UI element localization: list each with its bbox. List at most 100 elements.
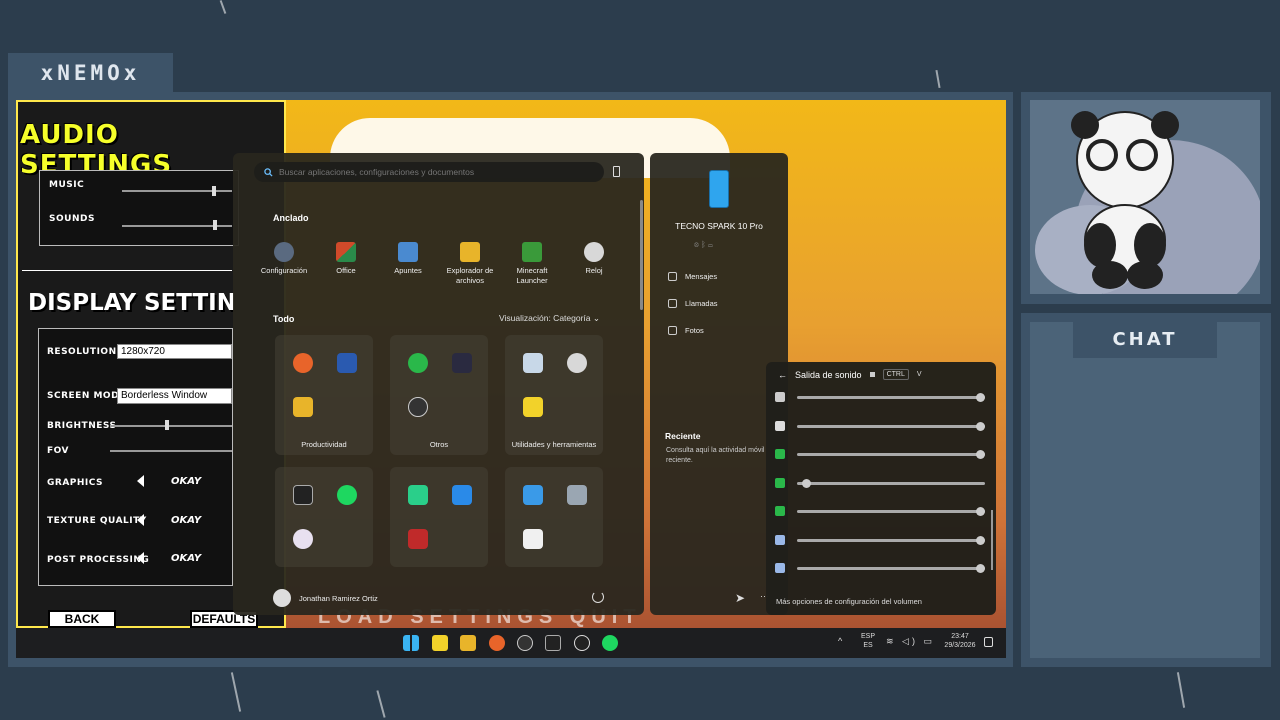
chevron-down-icon: ⌄ [592, 313, 601, 323]
language-indicator[interactable]: ESP ES [858, 632, 878, 650]
music-slider-knob[interactable] [212, 186, 216, 196]
volume-slider-row[interactable] [775, 390, 987, 404]
screen-mode-field[interactable]: Borderless Window [117, 388, 232, 404]
more-volume-options-link[interactable]: Más opciones de configuración del volume… [776, 597, 922, 606]
category-productividad[interactable]: Productividad [275, 335, 373, 455]
category-creatividad[interactable] [505, 467, 603, 567]
sounds-label: SOUNDS [49, 214, 95, 224]
graphics-prev-arrow[interactable] [137, 475, 144, 487]
user-account[interactable]: Jonathan Ramirez Ortiz [273, 589, 378, 607]
spotify-icon [775, 478, 785, 488]
spotify-icon [775, 506, 785, 516]
folder-icon [293, 397, 313, 417]
phone-item-fotos[interactable]: Fotos [668, 326, 704, 335]
texture-value: OKAY [171, 515, 202, 526]
pinned-app-office[interactable]: Office [316, 242, 376, 276]
pinned-app-apuntes[interactable]: Apuntes [378, 242, 438, 276]
send-icon[interactable]: ➤ [735, 591, 745, 605]
category-otros[interactable]: Otros [390, 335, 488, 455]
post-prev-arrow[interactable] [137, 552, 144, 564]
rain-streak [935, 69, 941, 89]
volume-slider-row[interactable] [775, 504, 987, 518]
category-juegos[interactable] [275, 467, 373, 567]
clock[interactable]: 23:47 29/3/2026 [938, 632, 982, 650]
phone-item-mensajes[interactable]: Mensajes [668, 272, 717, 281]
chevron-up-icon[interactable]: ^ [838, 636, 842, 646]
photo-icon [668, 326, 677, 335]
search-input[interactable] [279, 167, 599, 177]
volume-slider-knob[interactable] [976, 393, 985, 402]
mixer-scrollbar[interactable] [991, 510, 993, 570]
windows-start-icon[interactable] [403, 635, 419, 651]
volume-slider-knob[interactable] [976, 507, 985, 516]
volume-slider-track[interactable] [797, 567, 985, 570]
graphics-value: OKAY [171, 476, 202, 487]
minecraft-icon [522, 242, 542, 262]
pinned-app-minecraft[interactable]: Minecraft Launcher [502, 242, 562, 286]
volume-slider-knob[interactable] [976, 564, 985, 573]
view-selector[interactable]: Visualización: Categoría ⌄ [499, 313, 600, 324]
pinned-app-label: Explorador de archivos [446, 266, 494, 285]
notification-icon[interactable] [984, 637, 993, 647]
phone-item-llamadas[interactable]: Llamadas [668, 299, 718, 308]
unreal-icon [775, 421, 785, 431]
volume-slider-track[interactable] [797, 539, 985, 542]
volume-slider-row[interactable] [775, 533, 987, 547]
pinned-app-label: Configuración [260, 266, 308, 275]
texture-prev-arrow[interactable] [137, 514, 144, 526]
sticky-notes-icon[interactable] [432, 635, 448, 651]
volume-slider-track[interactable] [797, 510, 985, 513]
folder-icon[interactable] [460, 635, 476, 651]
sounds-slider-knob[interactable] [213, 220, 217, 230]
pinned-app-explorador[interactable]: Explorador de archivos [440, 242, 500, 286]
fov-slider-track[interactable] [110, 450, 232, 452]
start-scrollbar[interactable] [640, 200, 643, 310]
power-icon[interactable] [592, 591, 604, 603]
screen-mode-label: SCREEN MODE [47, 391, 126, 401]
volume-slider-knob[interactable] [802, 479, 812, 488]
terminal-icon[interactable] [545, 635, 561, 651]
obs-icon[interactable] [517, 635, 533, 651]
wifi-volume-battery-icons[interactable]: ≋ ◁) ▭ [886, 636, 935, 647]
resolution-label: RESOLUTION [47, 347, 117, 357]
unreal-icon[interactable] [574, 635, 590, 651]
volume-slider-knob[interactable] [976, 536, 985, 545]
message-icon [668, 272, 677, 281]
start-search-bar[interactable] [254, 162, 604, 182]
brightness-slider-track[interactable] [110, 425, 232, 427]
post-value: OKAY [171, 553, 202, 564]
volume-slider-track[interactable] [797, 396, 985, 399]
pinned-app-label: Minecraft Launcher [516, 266, 548, 285]
device-icon [869, 372, 875, 377]
spotify-icon[interactable] [602, 635, 618, 651]
firefox-icon [293, 353, 313, 373]
mixer-header: ← Salida de sonido CTRL V [778, 369, 922, 380]
volume-slider-row[interactable] [775, 447, 987, 461]
volume-slider-row[interactable] [775, 561, 987, 575]
sublime-icon [452, 353, 472, 373]
back-arrow-icon[interactable]: ← [778, 370, 787, 380]
pinned-app-configuracion[interactable]: Configuración [254, 242, 314, 276]
volume-slider-track[interactable] [797, 482, 985, 485]
volume-slider-row[interactable] [775, 419, 987, 433]
phone-icon [709, 170, 729, 208]
brightness-slider-knob[interactable] [165, 420, 169, 430]
back-button[interactable]: BACK [48, 610, 116, 628]
volume-slider-track[interactable] [797, 453, 985, 456]
pinned-app-reloj[interactable]: Reloj [564, 242, 624, 276]
brightness-label: BRIGHTNESS [47, 421, 117, 431]
chat-title: CHAT [1112, 328, 1178, 350]
resolution-field[interactable]: 1280x720 [117, 344, 232, 359]
category-label: Otros [429, 440, 449, 449]
category-desarrollo[interactable] [390, 467, 488, 567]
firefox-icon[interactable] [489, 635, 505, 651]
volume-slider-row[interactable] [775, 476, 987, 490]
music-label: MUSIC [49, 180, 85, 190]
checkmark-icon [775, 535, 785, 545]
phone-link-icon[interactable] [613, 166, 620, 177]
category-utilidades[interactable]: Utilidades y herramientas [505, 335, 603, 455]
pinned-title: Anclado [273, 213, 309, 223]
volume-slider-knob[interactable] [976, 422, 985, 431]
volume-slider-track[interactable] [797, 425, 985, 428]
volume-slider-knob[interactable] [976, 450, 985, 459]
